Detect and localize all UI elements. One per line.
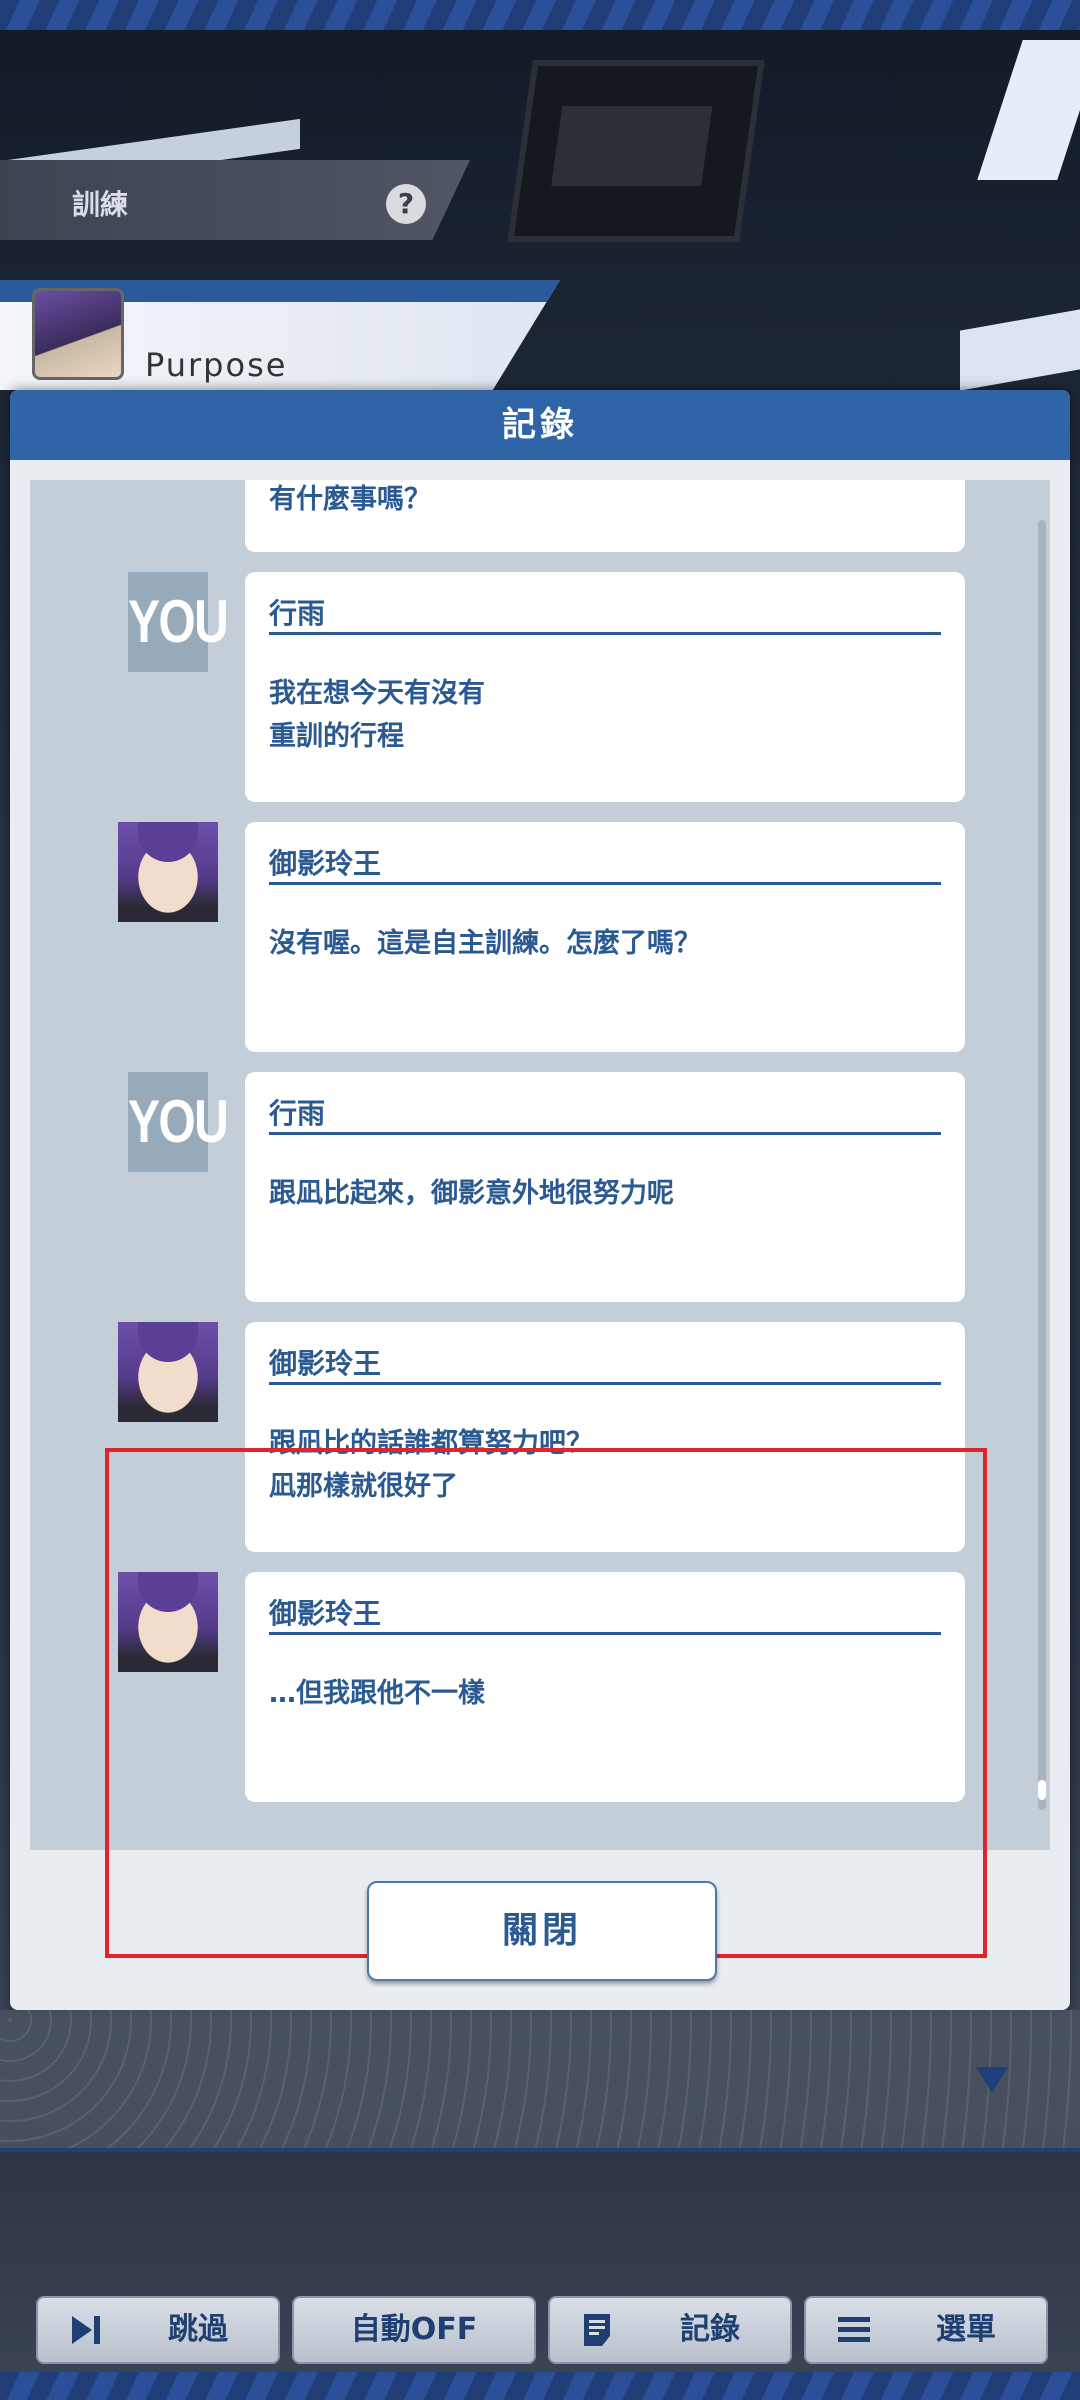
- bottom-stripe: [0, 2372, 1080, 2400]
- text-panel: [0, 2010, 1080, 2150]
- message-bubble: 御影玲王 沒有喔。這是自主訓練。怎麼了嗎？: [245, 822, 965, 1052]
- message-text: 沒有喔。這是自主訓練。怎麼了嗎？: [269, 928, 701, 959]
- scrollbar[interactable]: [1038, 520, 1046, 1810]
- message-text: 有什麼事嗎？: [269, 484, 431, 515]
- you-avatar-icon: YOU: [128, 572, 229, 672]
- character-avatar: [118, 822, 218, 922]
- skip-label: 跳過: [168, 2312, 228, 2347]
- help-icon[interactable]: ?: [386, 184, 426, 224]
- log-entry: YOU 行雨 我在想今天有沒有 重訓的行程: [30, 572, 1030, 802]
- menu-label: 選單: [936, 2312, 996, 2347]
- speaker-name: 行雨: [269, 592, 941, 635]
- speaker-name: 御影玲王: [269, 842, 941, 885]
- you-avatar-icon: YOU: [128, 1072, 229, 1172]
- message-text: 我在想今天有沒有 重訓的行程: [269, 678, 485, 752]
- log-label: 記錄: [680, 2312, 740, 2347]
- speaker-name: 行雨: [269, 1092, 941, 1135]
- character-avatar: [118, 1322, 218, 1422]
- character-name: Purpose: [145, 346, 288, 384]
- auto-label: 自動OFF: [350, 2312, 478, 2347]
- skip-button[interactable]: 跳過: [36, 2296, 280, 2364]
- scene-title: 訓練: [72, 189, 129, 220]
- dialog-title: 記錄: [502, 405, 578, 445]
- message-bubble: 有什麼事嗎？: [245, 480, 965, 552]
- log-entry: YOU 行雨 跟凪比起來，御影意外地很努力呢: [30, 1072, 1030, 1302]
- log-dialog: 記錄 有什麼事嗎？ YOU 行雨 我在想今天有沒有 重訓的行程 御影玲王 沒有喔…: [10, 390, 1070, 2010]
- menu-button[interactable]: 選單: [804, 2296, 1048, 2364]
- next-arrow-icon[interactable]: [976, 2067, 1008, 2093]
- log-button[interactable]: 記錄: [548, 2296, 792, 2364]
- scrollbar-thumb[interactable]: [1038, 1780, 1046, 1800]
- log-entry: 御影玲王 沒有喔。這是自主訓練。怎麼了嗎？: [30, 822, 1030, 1052]
- auto-button[interactable]: 自動OFF: [292, 2296, 536, 2364]
- character-avatar: [32, 288, 124, 380]
- top-stripe: [0, 0, 1080, 30]
- ceiling-vent: [507, 60, 765, 242]
- close-button[interactable]: 關閉: [367, 1881, 717, 1981]
- message-bubble: 行雨 跟凪比起來，御影意外地很努力呢: [245, 1072, 965, 1302]
- speaker-name: 御影玲王: [269, 1342, 941, 1385]
- message-text: 跟凪比起來，御影意外地很努力呢: [269, 1178, 674, 1209]
- message-bubble: 行雨 我在想今天有沒有 重訓的行程: [245, 572, 965, 802]
